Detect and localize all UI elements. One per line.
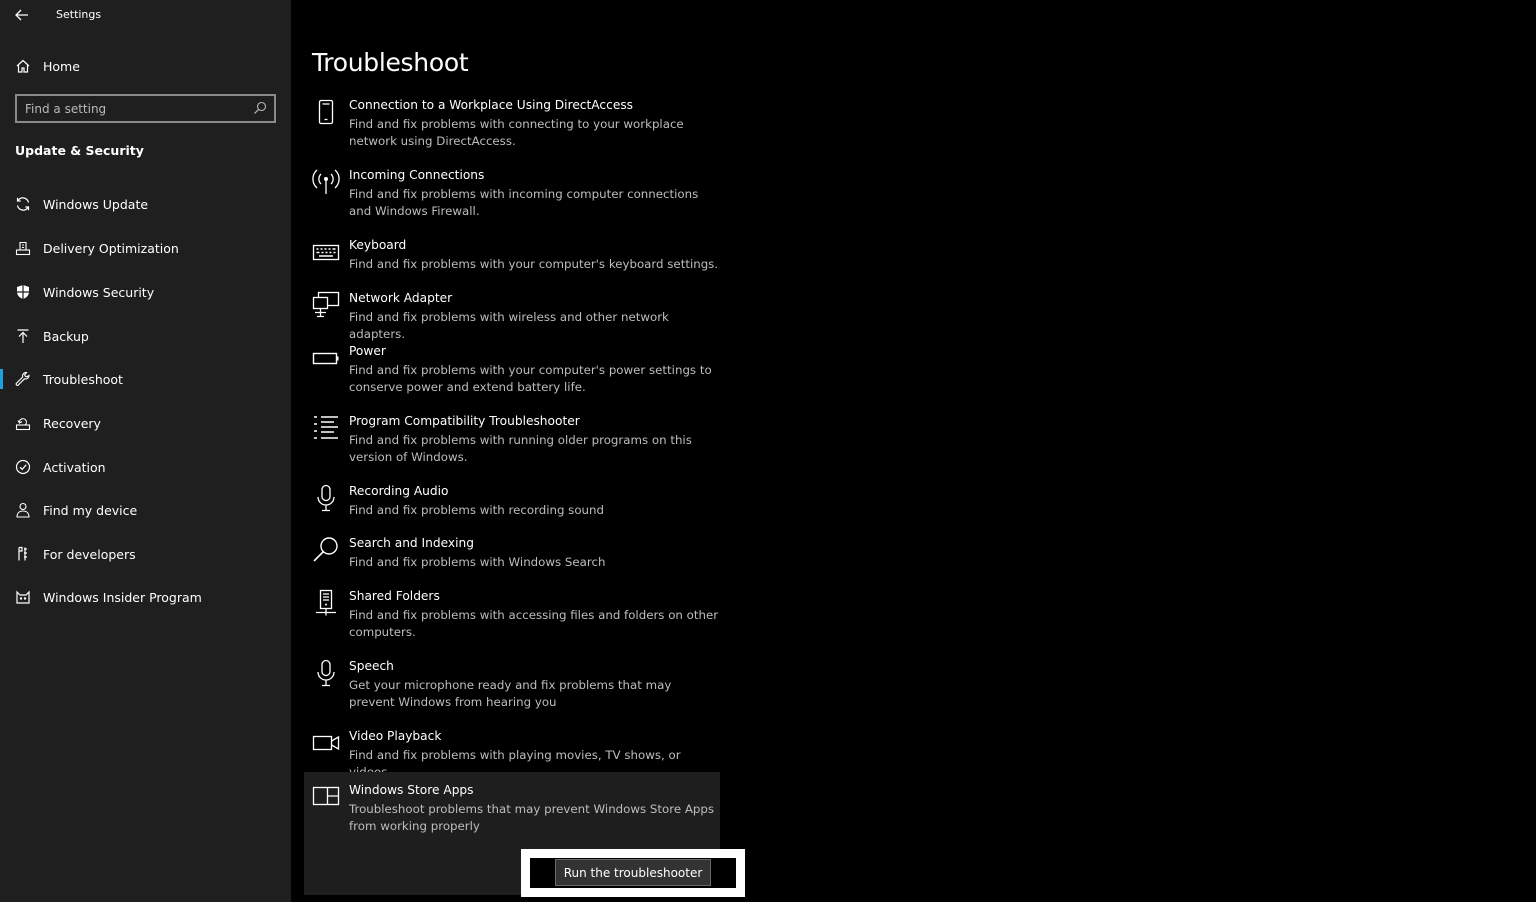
person-location-icon bbox=[14, 501, 32, 519]
troubleshooter-description: Find and fix problems with wireless and … bbox=[349, 310, 669, 341]
sidebar-item-label: Troubleshoot bbox=[43, 372, 123, 387]
troubleshooter-recording-audio[interactable]: Recording Audio Find and fix problems wi… bbox=[304, 484, 720, 524]
troubleshooter-shared-folders[interactable]: Shared Folders Find and fix problems wit… bbox=[304, 589, 720, 645]
sidebar-item-label: Delivery Optimization bbox=[43, 241, 179, 256]
sidebar: Settings Home Update & Security Windows … bbox=[0, 0, 291, 902]
sidebar-item-home[interactable]: Home bbox=[0, 52, 291, 80]
troubleshooter-keyboard[interactable]: Keyboard Find and fix problems with your… bbox=[304, 238, 720, 278]
video-camera-icon bbox=[312, 729, 340, 757]
sidebar-item-for-developers[interactable]: For developers bbox=[0, 539, 291, 569]
selected-indicator bbox=[0, 369, 3, 389]
search-box[interactable] bbox=[15, 94, 276, 123]
sidebar-item-delivery-optimization[interactable]: Delivery Optimization bbox=[0, 233, 291, 263]
back-button[interactable] bbox=[10, 4, 34, 26]
sidebar-item-recovery[interactable]: Recovery bbox=[0, 408, 291, 438]
sidebar-item-label: Home bbox=[43, 59, 80, 74]
shared-folder-icon bbox=[312, 589, 340, 617]
run-troubleshooter-button[interactable]: Run the troubleshooter bbox=[555, 859, 711, 886]
troubleshooter-description: Find and fix problems with accessing fil… bbox=[349, 608, 719, 639]
sidebar-item-activation[interactable]: Activation bbox=[0, 452, 291, 482]
troubleshooter-directaccess[interactable]: Connection to a Workplace Using DirectAc… bbox=[304, 98, 720, 154]
troubleshooter-incoming-connections[interactable]: Incoming Connections Find and fix proble… bbox=[304, 168, 720, 224]
microphone-icon bbox=[312, 484, 340, 512]
store-apps-icon bbox=[312, 782, 340, 810]
sidebar-item-label: Find my device bbox=[43, 503, 138, 518]
troubleshooter-video-playback[interactable]: Video Playback Find and fix problems wit… bbox=[304, 729, 720, 779]
sidebar-item-label: Windows Insider Program bbox=[43, 590, 202, 605]
wrench-icon bbox=[14, 370, 32, 388]
antenna-icon bbox=[312, 168, 340, 196]
troubleshooter-power[interactable]: Power Find and fix problems with your co… bbox=[304, 344, 720, 400]
home-icon bbox=[14, 57, 32, 75]
troubleshooter-name: Connection to a Workplace Using DirectAc… bbox=[349, 98, 634, 112]
troubleshooter-name: Search and Indexing bbox=[349, 536, 474, 550]
sidebar-item-windows-security[interactable]: Windows Security bbox=[0, 277, 291, 307]
troubleshooter-description: Find and fix problems with recording sou… bbox=[349, 503, 604, 517]
sidebar-item-label: Windows Security bbox=[43, 285, 155, 300]
troubleshooter-program-compatibility[interactable]: Program Compatibility Troubleshooter Fin… bbox=[304, 414, 720, 470]
section-heading: Update & Security bbox=[15, 143, 144, 158]
troubleshooter-name: Windows Store Apps bbox=[349, 783, 474, 797]
troubleshooter-search-indexing[interactable]: Search and Indexing Find and fix problem… bbox=[304, 536, 720, 576]
troubleshooter-name: Keyboard bbox=[349, 238, 407, 252]
developer-tools-icon bbox=[14, 545, 32, 563]
troubleshooter-description: Find and fix problems with your computer… bbox=[349, 257, 719, 271]
sidebar-item-label: Recovery bbox=[43, 416, 101, 431]
troubleshooter-name: Program Compatibility Troubleshooter bbox=[349, 414, 580, 428]
troubleshooter-name: Recording Audio bbox=[349, 484, 449, 498]
recovery-icon bbox=[14, 414, 32, 432]
battery-icon bbox=[312, 344, 340, 372]
search-icon bbox=[312, 536, 340, 564]
sidebar-item-windows-insider-program[interactable]: Windows Insider Program bbox=[0, 582, 291, 612]
sidebar-item-backup[interactable]: Backup bbox=[0, 321, 291, 351]
troubleshooter-description: Find and fix problems with connecting to… bbox=[349, 117, 684, 148]
troubleshooter-name: Video Playback bbox=[349, 729, 442, 743]
sidebar-item-label: Activation bbox=[43, 460, 106, 475]
troubleshooter-name: Power bbox=[349, 344, 386, 358]
troubleshooter-name: Shared Folders bbox=[349, 589, 440, 603]
troubleshooter-description: Find and fix problems with your computer… bbox=[349, 363, 712, 394]
list-icon bbox=[312, 414, 340, 442]
troubleshooter-speech[interactable]: Speech Get your microphone ready and fix… bbox=[304, 659, 720, 715]
troubleshooter-description: Find and fix problems with incoming comp… bbox=[349, 187, 699, 218]
microphone-icon bbox=[312, 659, 340, 687]
troubleshooter-name: Incoming Connections bbox=[349, 168, 485, 182]
network-adapter-icon bbox=[312, 291, 340, 319]
sidebar-item-label: For developers bbox=[43, 547, 136, 562]
backup-arrow-icon bbox=[14, 327, 32, 345]
window-title: Settings bbox=[56, 8, 102, 21]
refresh-icon bbox=[14, 195, 32, 213]
troubleshooter-description: Find and fix problems with running older… bbox=[349, 433, 692, 464]
troubleshooter-name: Speech bbox=[349, 659, 394, 673]
search-input[interactable] bbox=[25, 100, 245, 118]
troubleshooter-name: Network Adapter bbox=[349, 291, 453, 305]
troubleshooter-description: Troubleshoot problems that may prevent W… bbox=[349, 802, 715, 833]
sidebar-item-windows-update[interactable]: Windows Update bbox=[0, 189, 291, 219]
sidebar-item-troubleshoot[interactable]: Troubleshoot bbox=[0, 364, 291, 394]
keyboard-icon bbox=[312, 238, 340, 266]
sidebar-item-label: Windows Update bbox=[43, 197, 149, 212]
sidebar-item-find-my-device[interactable]: Find my device bbox=[0, 495, 291, 525]
delivery-icon bbox=[14, 239, 32, 257]
troubleshooter-description: Find and fix problems with Windows Searc… bbox=[349, 555, 606, 569]
phone-device-icon bbox=[312, 98, 340, 126]
search-icon[interactable] bbox=[253, 101, 269, 117]
page-title: Troubleshoot bbox=[312, 48, 469, 77]
shield-icon bbox=[14, 283, 32, 301]
troubleshooter-description: Get your microphone ready and fix proble… bbox=[349, 678, 672, 709]
back-arrow-icon bbox=[15, 9, 28, 21]
insider-cat-icon bbox=[14, 588, 32, 606]
check-circle-icon bbox=[14, 458, 32, 476]
troubleshooter-network-adapter[interactable]: Network Adapter Find and fix problems wi… bbox=[304, 291, 720, 341]
sidebar-item-label: Backup bbox=[43, 329, 89, 344]
